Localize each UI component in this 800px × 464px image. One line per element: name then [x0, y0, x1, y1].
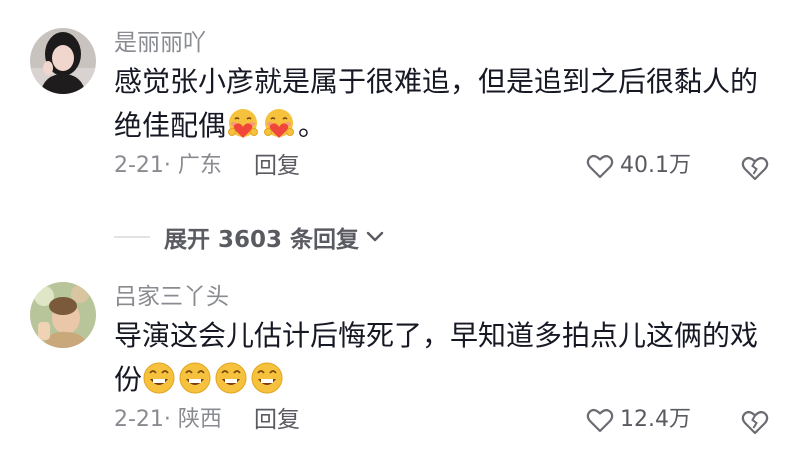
heart-outline-icon [586, 155, 614, 179]
comment-text: 感觉张小彦就是属于很难追，但是追到之后很黏人的绝佳配偶 。 [114, 60, 774, 148]
grin-emoji [143, 362, 175, 394]
like-count: 40.1万 [620, 153, 691, 178]
expand-replies-button[interactable]: 展开 3603 条回复 [114, 220, 385, 254]
comment-meta: 2-21· 广东 [114, 153, 222, 178]
reply-button[interactable]: 回复 [254, 405, 300, 435]
like-count: 12.4万 [620, 407, 691, 432]
grin-emoji [251, 362, 283, 394]
username[interactable]: 吕家三丫头 [114, 282, 229, 312]
reply-button[interactable]: 回复 [254, 151, 300, 181]
chevron-down-icon [366, 231, 384, 242]
divider [114, 236, 150, 238]
heart-outline-icon [586, 409, 614, 433]
like-button[interactable]: 12.4万 [586, 405, 691, 435]
like-button[interactable]: 40.1万 [586, 151, 691, 181]
avatar[interactable] [30, 28, 96, 94]
hug-heart-emoji [228, 109, 259, 138]
hug-heart-emoji [264, 109, 295, 138]
grin-emoji [179, 362, 211, 394]
comment-item: 是丽丽吖 感觉张小彦就是属于很难追，但是追到之后很黏人的绝佳配偶 。 2-21·… [0, 0, 800, 200]
expand-replies-label: 展开 3603 条回复 [164, 227, 360, 253]
comment-text: 导演这会儿估计后悔死了，早知道多拍点儿这俩的戏份 [114, 314, 774, 402]
comment-meta: 2-21· 陕西 [114, 407, 222, 432]
avatar[interactable] [30, 282, 96, 348]
comment-item: 吕家三丫头 导演这会儿估计后悔死了，早知道多拍点儿这俩的戏份 2-21· 陕西 … [0, 264, 800, 464]
username[interactable]: 是丽丽吖 [114, 28, 206, 58]
comment-text-body: 感觉张小彦就是属于很难追，但是追到之后很黏人的绝佳配偶 [114, 65, 759, 142]
broken-heart-icon[interactable] [740, 152, 770, 182]
comment-text-suffix: 。 [298, 109, 327, 142]
grin-emoji [215, 362, 247, 394]
broken-heart-icon[interactable] [740, 406, 770, 436]
